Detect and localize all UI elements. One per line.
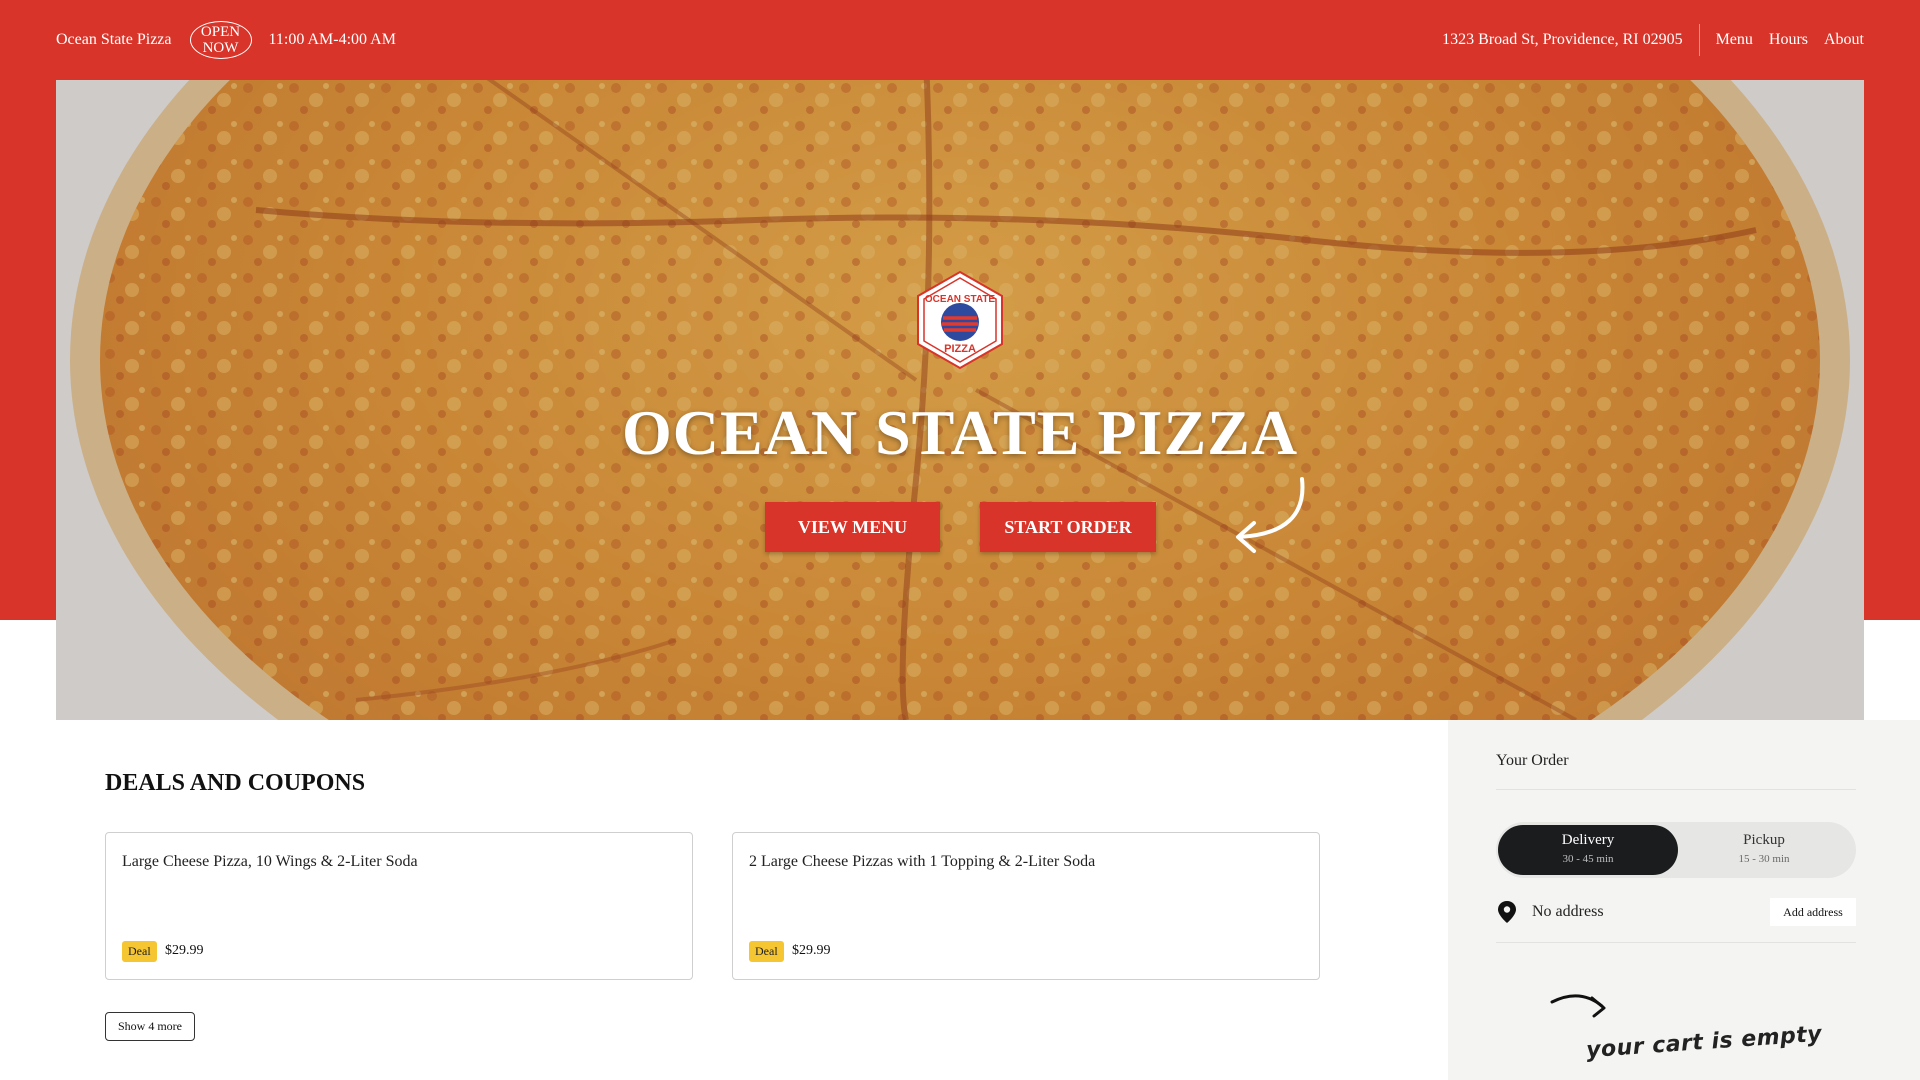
pickup-option[interactable]: Pickup 15 - 30 min [1674, 825, 1854, 875]
open-status-badge[interactable]: OPEN NOW [189, 21, 252, 59]
deal-price: $29.99 [165, 943, 204, 958]
empty-cart-text: your cart is empty [1585, 1021, 1823, 1064]
curved-arrow-icon [1550, 994, 1606, 1018]
deal-name: Large Cheese Pizza, 10 Wings & 2-Liter S… [122, 853, 418, 870]
brand-name[interactable]: Ocean State Pizza [56, 31, 172, 49]
divider [1496, 942, 1856, 943]
deal-price: $29.99 [792, 943, 831, 958]
add-address-button[interactable]: Add address [1770, 898, 1856, 926]
pickup-label: Pickup [1743, 832, 1785, 848]
nav-about-link[interactable]: About [1824, 31, 1864, 49]
nav-hours-link[interactable]: Hours [1769, 31, 1808, 49]
deal-name: 2 Large Cheese Pizzas with 1 Topping & 2… [749, 853, 1096, 870]
store-address[interactable]: 1323 Broad St, Providence, RI 02905 [1442, 24, 1700, 56]
logo-badge[interactable]: OCEAN STATE PIZZA [910, 270, 1010, 370]
deals-section-title: DEALS AND COUPONS [105, 770, 366, 796]
nav-menu-link[interactable]: Menu [1716, 31, 1753, 49]
address-status-text: No address [1532, 903, 1604, 920]
deal-card[interactable]: Large Cheese Pizza, 10 Wings & 2-Liter S… [105, 832, 693, 980]
address-row: No address Add address [1496, 897, 1856, 927]
top-nav: Ocean State Pizza OPEN NOW 11:00 AM-4:00… [56, 0, 1864, 80]
hero-title: OCEAN STATE PIZZA [621, 397, 1299, 468]
delivery-time: 30 - 45 min [1562, 853, 1614, 865]
deal-tag-badge: Deal [749, 941, 784, 962]
view-menu-button[interactable]: VIEW MENU [765, 502, 940, 552]
start-order-button[interactable]: START ORDER [980, 502, 1156, 552]
show-more-button[interactable]: Show 4 more [105, 1012, 195, 1041]
location-pin-icon [1498, 901, 1516, 923]
divider [1496, 789, 1856, 790]
curved-arrow-icon [1236, 477, 1305, 553]
delivery-label: Delivery [1561, 832, 1615, 848]
hours-text: 11:00 AM-4:00 AM [268, 31, 396, 48]
pickup-time: 15 - 30 min [1738, 853, 1790, 865]
deal-card[interactable]: 2 Large Cheese Pizzas with 1 Topping & 2… [732, 832, 1320, 980]
delivery-option[interactable]: Delivery 30 - 45 min [1498, 825, 1678, 875]
logo-text-top: OCEAN STATE [925, 294, 996, 305]
delivery-pickup-toggle: Delivery 30 - 45 min Pickup 15 - 30 min [1496, 822, 1856, 878]
deal-tag-badge: Deal [122, 941, 157, 962]
order-panel: Your Order Delivery 30 - 45 min Pickup 1… [1448, 720, 1920, 1080]
logo-text-bottom: PIZZA [944, 343, 976, 355]
order-panel-title: Your Order [1496, 752, 1569, 769]
hero-banner: OCEAN STATE PIZZA OCEAN STATE PIZZA VIEW… [56, 80, 1864, 720]
